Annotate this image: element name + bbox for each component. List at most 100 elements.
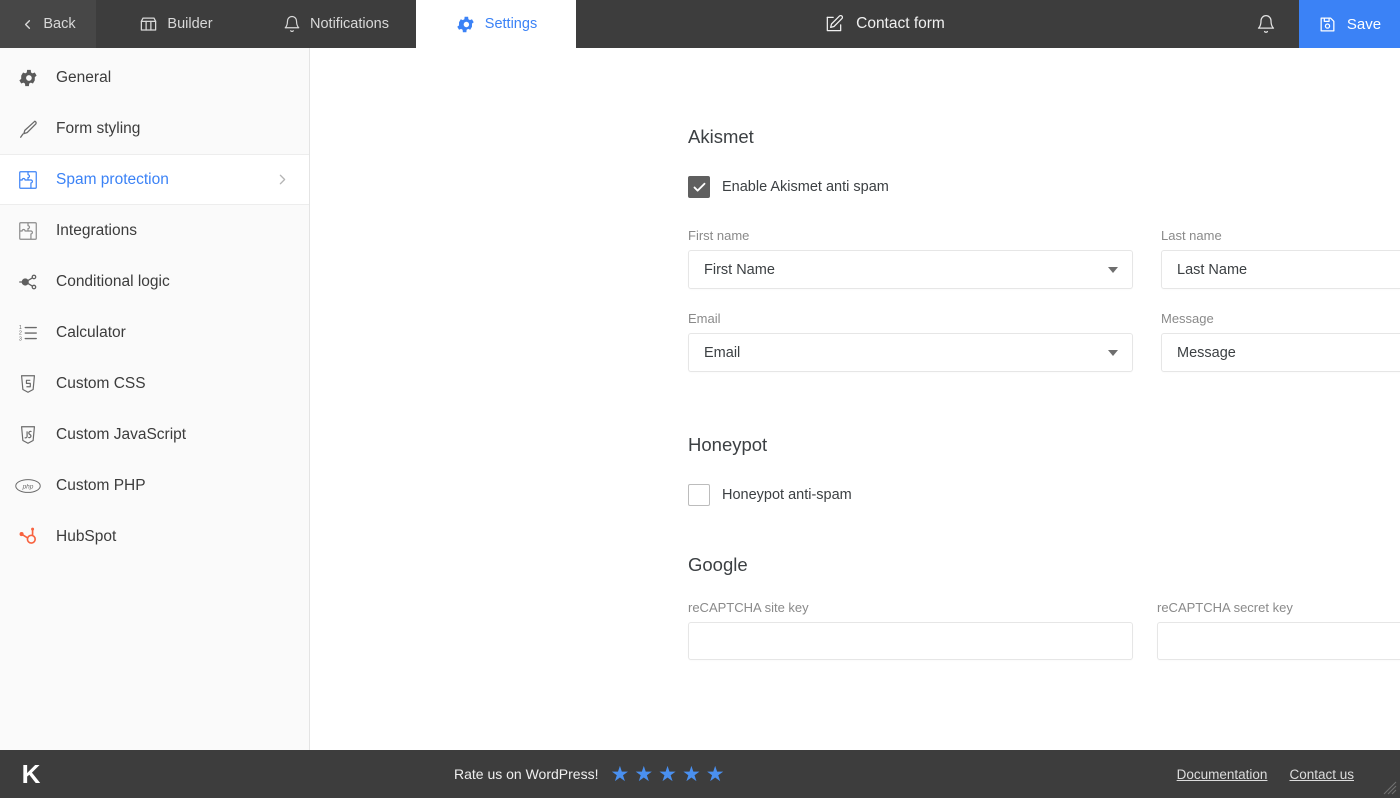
footer-links: Documentation Contact us [1177, 767, 1400, 782]
footer-bar: K Rate us on WordPress! ★ ★ ★ ★ ★ Docume… [0, 750, 1400, 798]
top-bar: Back Builder Notifications Settings Cont… [0, 0, 1400, 48]
sidebar-item-general[interactable]: General [0, 52, 309, 103]
contact-us-link[interactable]: Contact us [1289, 767, 1354, 782]
akismet-field-first-name: First name First Name [688, 228, 1133, 289]
chevron-down-icon [1108, 266, 1118, 273]
first-name-select[interactable]: First Name [688, 250, 1133, 289]
save-button[interactable]: Save [1299, 0, 1400, 48]
last-name-select[interactable]: Last Name [1161, 250, 1400, 289]
email-select-value: Email [704, 344, 741, 361]
svg-text:php: php [22, 483, 34, 490]
tab-settings[interactable]: Settings [416, 0, 576, 48]
akismet-field-message: Message Message [1161, 311, 1400, 372]
sidebar-item-label: Integrations [56, 221, 137, 239]
floppy-disk-icon [1318, 15, 1337, 34]
sidebar-item-custom-php[interactable]: php Custom PHP [0, 460, 309, 511]
chevron-right-icon [274, 171, 291, 188]
sidebar-item-calculator[interactable]: 1 2 3 Calculator [0, 307, 309, 358]
google-section: Google reCAPTCHA site key reCAPTCHA secr… [688, 554, 1400, 660]
akismet-field-email: Email Email [688, 311, 1133, 372]
honeypot-checkbox[interactable] [688, 484, 710, 506]
tab-builder[interactable]: Builder [96, 0, 256, 48]
akismet-field-grid: First name First Name Last name Last Nam… [688, 228, 1400, 372]
bell-icon [1256, 14, 1276, 34]
sidebar-item-custom-css[interactable]: Custom CSS [0, 358, 309, 409]
chevron-left-icon [20, 17, 35, 32]
enable-akismet-checkbox[interactable] [688, 176, 710, 198]
settings-content-panel: Akismet Enable Akismet anti spam First n… [310, 48, 1400, 750]
star-icon[interactable]: ★ [658, 764, 677, 785]
notifications-bell-button[interactable] [1233, 0, 1299, 48]
star-icon[interactable]: ★ [706, 764, 725, 785]
rate-us-label: Rate us on WordPress! [454, 766, 599, 782]
edit-pencil-icon [824, 14, 844, 34]
brush-icon [14, 118, 42, 140]
sidebar-item-label: General [56, 68, 112, 86]
enable-akismet-checkbox-row[interactable]: Enable Akismet anti spam [688, 176, 889, 198]
sidebar-item-label: HubSpot [56, 527, 117, 545]
star-icon[interactable]: ★ [610, 764, 629, 785]
sidebar-item-form-styling[interactable]: Form styling [0, 103, 309, 154]
tab-settings-label: Settings [484, 16, 538, 32]
app-window: Back Builder Notifications Settings Cont… [0, 0, 1400, 798]
field-label: reCAPTCHA site key [688, 600, 809, 615]
honeypot-section-title: Honeypot [688, 434, 768, 455]
builder-icon [139, 15, 158, 34]
sidebar-item-spam-protection[interactable]: Spam protection [0, 154, 309, 205]
puzzle-icon [14, 169, 42, 191]
star-icon[interactable]: ★ [682, 764, 701, 785]
field-label: reCAPTCHA secret key [1157, 600, 1293, 615]
first-name-select-value: First Name [704, 261, 775, 278]
enable-akismet-label: Enable Akismet anti spam [722, 179, 889, 195]
email-select[interactable]: Email [688, 333, 1133, 372]
tab-builder-label: Builder [167, 16, 213, 32]
google-field-grid: reCAPTCHA site key reCAPTCHA secret key [688, 600, 1400, 660]
honeypot-section: Honeypot Honeypot anti-spam [688, 434, 1400, 506]
sidebar-item-label: Calculator [56, 323, 126, 341]
css-shield-icon [14, 373, 42, 395]
sidebar-item-hubspot[interactable]: HubSpot [0, 511, 309, 562]
form-title: Contact form [856, 15, 945, 32]
sidebar-item-conditional-logic[interactable]: Conditional logic [0, 256, 309, 307]
recaptcha-secret-key-input[interactable] [1157, 622, 1400, 660]
recaptcha-secret-key-field: reCAPTCHA secret key [1157, 600, 1400, 660]
tab-notifications[interactable]: Notifications [256, 0, 416, 48]
sidebar-item-label: Custom PHP [56, 476, 146, 494]
message-select-value: Message [1177, 344, 1236, 361]
php-icon: php [14, 477, 42, 495]
hubspot-icon [14, 526, 42, 548]
tab-notifications-label: Notifications [310, 16, 389, 32]
honeypot-checkbox-row[interactable]: Honeypot anti-spam [688, 484, 852, 506]
node-share-icon [14, 271, 42, 293]
sidebar-item-integrations[interactable]: Integrations [0, 205, 309, 256]
recaptcha-site-key-input[interactable] [688, 622, 1133, 660]
chevron-down-icon [1108, 349, 1118, 356]
field-label: Last name [1161, 228, 1222, 243]
documentation-link[interactable]: Documentation [1177, 767, 1268, 782]
sidebar-item-label: Conditional logic [56, 272, 170, 290]
rating-stars[interactable]: ★ ★ ★ ★ ★ [610, 764, 724, 785]
message-select[interactable]: Message [1161, 333, 1400, 372]
resize-grip-icon[interactable] [1383, 781, 1397, 795]
field-label: Email [688, 311, 721, 326]
back-label: Back [43, 16, 76, 32]
sidebar-item-label: Spam protection [56, 170, 169, 188]
bell-icon [283, 15, 301, 33]
sidebar-item-label: Custom CSS [56, 374, 146, 392]
field-label: First name [688, 228, 750, 243]
last-name-select-value: Last Name [1177, 261, 1248, 278]
back-button[interactable]: Back [0, 0, 96, 48]
rate-us-area: Rate us on WordPress! ★ ★ ★ ★ ★ [2, 764, 1177, 785]
js-shield-icon [14, 424, 42, 446]
sidebar-item-label: Custom JavaScript [56, 425, 187, 443]
star-icon[interactable]: ★ [634, 764, 653, 785]
numbered-list-icon: 1 2 3 [14, 322, 42, 344]
form-title-area[interactable]: Contact form [576, 0, 1233, 48]
save-label: Save [1346, 15, 1382, 33]
gear-icon [14, 67, 42, 89]
google-section-title: Google [688, 554, 748, 575]
svg-text:3: 3 [19, 336, 22, 342]
body-wrapper: General Form styling Spam protection Int… [0, 48, 1400, 750]
field-label: Message [1161, 311, 1214, 326]
sidebar-item-custom-javascript[interactable]: Custom JavaScript [0, 409, 309, 460]
